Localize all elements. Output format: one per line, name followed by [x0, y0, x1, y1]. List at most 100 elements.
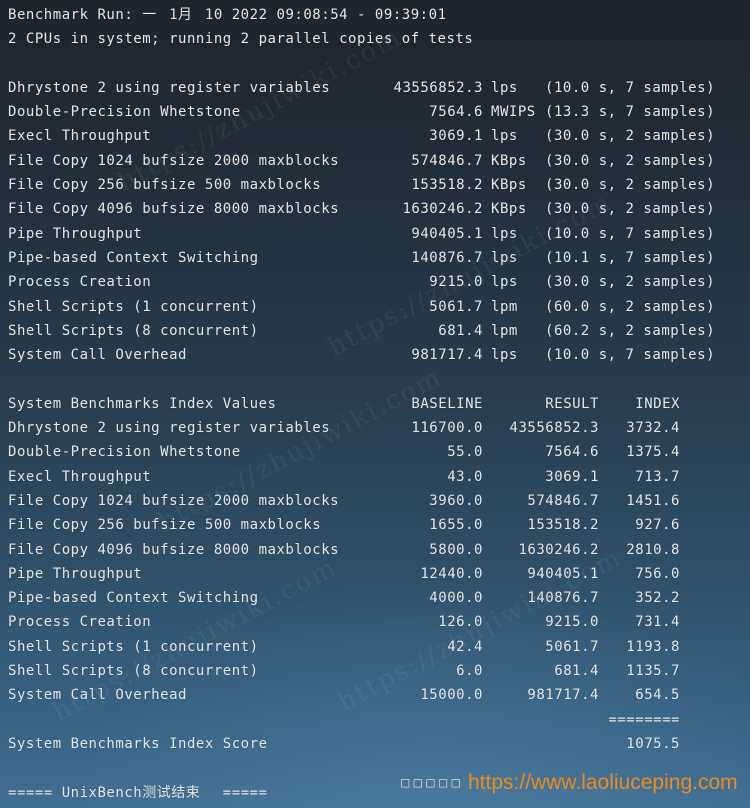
- test-run-info: (30.0 s, 2 samples): [545, 128, 716, 145]
- test-run-info: (10.0 s, 7 samples): [545, 79, 716, 96]
- index-baseline: 5800.0: [429, 541, 483, 558]
- index-row: Pipe Throughput 12440.0 940405.1 756.0: [0, 562, 750, 586]
- run-weekday: 一: [142, 7, 157, 23]
- test-run-info: (10.0 s, 7 samples): [545, 347, 716, 364]
- column-header-index: INDEX: [635, 395, 680, 412]
- index-row: Shell Scripts (1 concurrent) 42.4 5061.7…: [0, 635, 750, 659]
- test-name: Execl Throughput: [8, 128, 152, 145]
- test-run-info: (30.0 s, 2 samples): [545, 201, 716, 218]
- test-value: 3069.1: [429, 128, 483, 145]
- test-run-info: (60.2 s, 2 samples): [545, 322, 716, 339]
- index-result: 681.4: [554, 663, 599, 680]
- test-name: Pipe Throughput: [8, 225, 143, 242]
- index-test-name: Pipe Throughput: [8, 565, 143, 582]
- index-table-header: System Benchmarks Index Values BASELINE …: [0, 392, 750, 416]
- benchmark-run-line: Benchmark Run: 一 1月 10 2022 09:08:54 - 0…: [0, 3, 750, 27]
- run-time-range: 09:08:54 - 09:39:01: [276, 7, 447, 23]
- test-run-info: (10.0 s, 7 samples): [545, 225, 716, 242]
- test-run-info: (13.3 s, 7 samples): [545, 104, 716, 121]
- index-baseline: 6.0: [456, 663, 483, 680]
- test-unit: KBps: [491, 152, 527, 169]
- index-result: 153518.2: [527, 517, 599, 534]
- result-row: Shell Scripts (1 concurrent) 5061.7 lpm …: [0, 295, 750, 319]
- result-row: Shell Scripts (8 concurrent) 681.4 lpm (…: [0, 319, 750, 343]
- test-run-info: (10.1 s, 7 samples): [545, 249, 716, 266]
- index-value: 927.6: [635, 517, 680, 534]
- score-separator-line: ========: [0, 708, 750, 732]
- test-unit: lps: [491, 79, 518, 96]
- footer-title: UnixBench测试结束: [61, 784, 201, 801]
- index-table-title: System Benchmarks Index Values: [8, 395, 277, 412]
- index-row: Pipe-based Context Switching 4000.0 1408…: [0, 586, 750, 610]
- test-name: File Copy 4096 bufsize 8000 maxblocks: [8, 201, 340, 218]
- index-result: 940405.1: [527, 565, 599, 582]
- index-result: 7564.6: [545, 444, 599, 461]
- test-run-info: (30.0 s, 2 samples): [545, 177, 716, 194]
- terminal-output: Benchmark Run: 一 1月 10 2022 09:08:54 - 0…: [0, 3, 750, 805]
- index-baseline: 4000.0: [429, 590, 483, 607]
- index-score-label: System Benchmarks Index Score: [8, 735, 268, 752]
- index-test-name: File Copy 4096 bufsize 8000 maxblocks: [8, 541, 340, 558]
- index-value: 731.4: [635, 614, 680, 631]
- index-value: 756.0: [635, 565, 680, 582]
- index-row: Execl Throughput 43.0 3069.1 713.7: [0, 465, 750, 489]
- test-name: Process Creation: [8, 274, 152, 291]
- index-row: File Copy 1024 bufsize 2000 maxblocks 39…: [0, 489, 750, 513]
- index-value: 1451.6: [626, 492, 680, 509]
- index-value: 1135.7: [626, 663, 680, 680]
- index-score-value: 1075.5: [626, 735, 680, 752]
- test-name: Pipe-based Context Switching: [8, 249, 259, 266]
- system-info: 2 CPUs in system; running 2 parallel cop…: [8, 31, 474, 48]
- test-unit: lpm: [491, 322, 518, 339]
- test-unit: lps: [491, 225, 518, 242]
- column-header-result: RESULT: [545, 395, 599, 412]
- test-run-info: (30.0 s, 2 samples): [545, 274, 716, 291]
- test-name: Shell Scripts (8 concurrent): [8, 322, 259, 339]
- result-row: File Copy 1024 bufsize 2000 maxblocks 57…: [0, 149, 750, 173]
- index-result: 43556852.3: [509, 420, 599, 437]
- test-unit: lps: [491, 128, 518, 145]
- index-baseline: 126.0: [438, 614, 483, 631]
- result-row: Dhrystone 2 using register variables 435…: [0, 76, 750, 100]
- index-value: 713.7: [635, 468, 680, 485]
- test-value: 9215.0: [429, 274, 483, 291]
- index-result: 1630246.2: [518, 541, 599, 558]
- test-run-info: (30.0 s, 2 samples): [545, 152, 716, 169]
- index-test-name: Dhrystone 2 using register variables: [8, 420, 331, 437]
- index-test-name: System Call Overhead: [8, 687, 187, 704]
- test-unit: lps: [491, 274, 518, 291]
- index-baseline: 43.0: [447, 468, 483, 485]
- test-unit: MWIPS: [491, 104, 536, 121]
- index-baseline: 116700.0: [411, 420, 483, 437]
- test-name: Double-Precision Whetstone: [8, 104, 241, 121]
- index-result: 574846.7: [527, 492, 599, 509]
- test-unit: KBps: [491, 201, 527, 218]
- result-row: File Copy 256 bufsize 500 maxblocks 1535…: [0, 173, 750, 197]
- test-value: 5061.7: [429, 298, 483, 315]
- index-baseline: 55.0: [447, 444, 483, 461]
- index-row: File Copy 256 bufsize 500 maxblocks 1655…: [0, 513, 750, 537]
- index-result: 9215.0: [545, 614, 599, 631]
- index-baseline: 1655.0: [429, 517, 483, 534]
- run-month: 1月: [169, 7, 193, 23]
- index-row: Shell Scripts (8 concurrent) 6.0 681.4 1…: [0, 659, 750, 683]
- test-unit: KBps: [491, 177, 527, 194]
- index-value: 654.5: [635, 687, 680, 704]
- test-value: 940405.1: [411, 225, 483, 242]
- index-test-name: Double-Precision Whetstone: [8, 444, 241, 461]
- test-value: 574846.7: [411, 152, 483, 169]
- run-day-year: 10 2022: [204, 7, 268, 23]
- test-name: Shell Scripts (1 concurrent): [8, 298, 259, 315]
- test-unit: lps: [491, 249, 518, 266]
- result-row: Pipe Throughput 940405.1 lps (10.0 s, 7 …: [0, 222, 750, 246]
- index-row: Dhrystone 2 using register variables 116…: [0, 416, 750, 440]
- test-value: 1630246.2: [402, 201, 483, 218]
- result-row: System Call Overhead 981717.4 lps (10.0 …: [0, 343, 750, 367]
- test-name: Dhrystone 2 using register variables: [8, 79, 331, 96]
- index-score-line: System Benchmarks Index Score 1075.5: [0, 732, 750, 756]
- index-test-name: Execl Throughput: [8, 468, 152, 485]
- index-value: 1375.4: [626, 444, 680, 461]
- result-row: File Copy 4096 bufsize 8000 maxblocks 16…: [0, 197, 750, 221]
- index-value: 1193.8: [626, 638, 680, 655]
